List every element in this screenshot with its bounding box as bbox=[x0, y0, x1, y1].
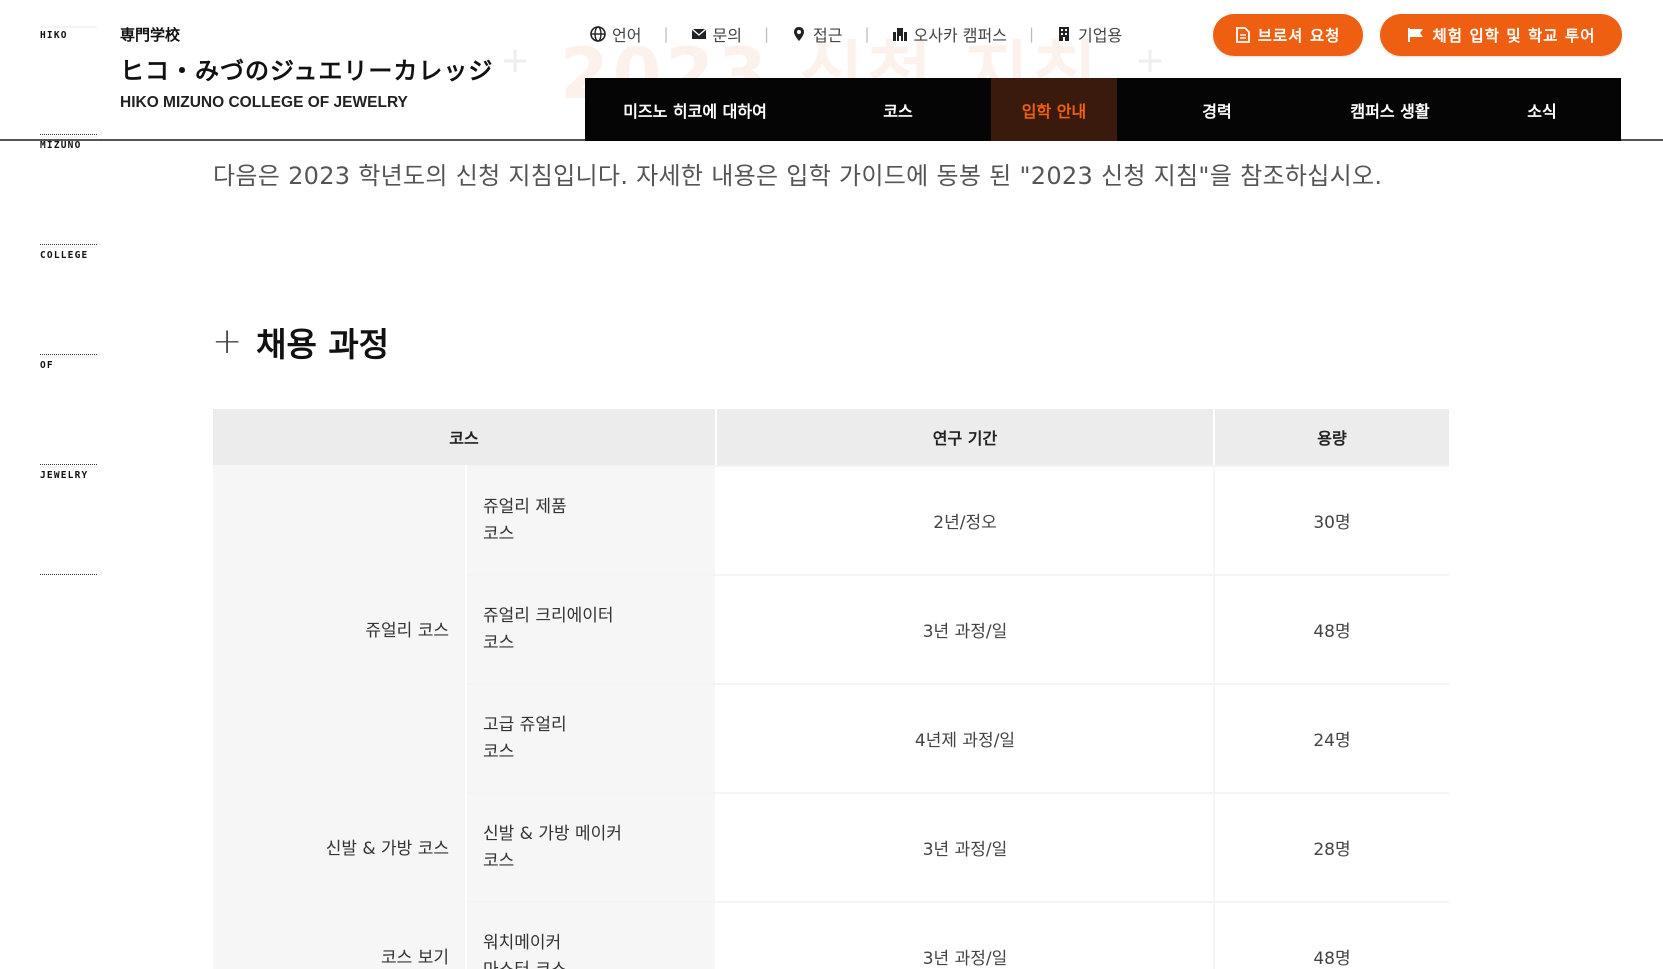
flag-icon bbox=[1407, 28, 1423, 42]
course-name: 코스 bbox=[483, 523, 515, 544]
period-cell: 3년 과정/일 bbox=[717, 576, 1215, 683]
school-type: 専門学校 bbox=[120, 26, 181, 44]
course-cell: 신발 & 가방 메이커코스 bbox=[467, 794, 717, 901]
college-name-jp: ヒコ・みづのジュエリーカレッジ bbox=[120, 57, 494, 85]
brochure-request-button[interactable]: 브로셔 요청 bbox=[1213, 14, 1363, 56]
map-pin-icon bbox=[794, 27, 805, 41]
utility-nav: 언어 | 문의 | 접근 | 오사카 캠퍼스 | 기업용 bbox=[590, 20, 1122, 48]
logo-mark-row: OF bbox=[40, 356, 97, 465]
college-name-en: HIKO MIZUNO COLLEGE OF JEWELRY bbox=[120, 94, 408, 111]
period-cell: 4년제 과정/일 bbox=[717, 685, 1215, 792]
nav-item-careers[interactable]: 경력 bbox=[1117, 78, 1317, 141]
site-header: HIKO MIZUNO COLLEGE OF JEWELRY 専門学校 ヒコ・み… bbox=[0, 0, 1663, 575]
divider: | bbox=[763, 25, 770, 43]
capacity-cell: 28명 bbox=[1313, 840, 1351, 860]
capacity-cell: 30명 bbox=[1313, 513, 1351, 533]
building-icon bbox=[1059, 27, 1070, 41]
intro-text: 다음은 2023 학년도의 신청 지침입니다. 자세한 내용은 입학 가이드에 … bbox=[213, 162, 1383, 190]
nav-item-news[interactable]: 소식 bbox=[1463, 78, 1621, 141]
header-course: 코스 bbox=[213, 409, 717, 465]
course-cell: 쥬얼리 제품코스 bbox=[467, 467, 717, 574]
course-name: 신발 & 가방 메이커 bbox=[483, 823, 622, 844]
button-label: 브로셔 요청 bbox=[1257, 27, 1341, 45]
header-capacity: 용량 bbox=[1317, 429, 1347, 448]
capacity-cell: 48명 bbox=[1313, 622, 1351, 642]
plus-decoration-icon: + bbox=[500, 40, 531, 81]
capacity-cell: 24명 bbox=[1313, 731, 1351, 751]
course-name: 코스 bbox=[483, 741, 515, 762]
group-cell: 신발 & 가방 코스 bbox=[213, 792, 467, 901]
logo-mark-row: COLLEGE bbox=[40, 246, 97, 355]
utility-label: 문의 bbox=[712, 26, 742, 45]
button-label: 체험 입학 및 학교 투어 bbox=[1432, 27, 1596, 45]
globe-icon bbox=[590, 26, 606, 42]
course-name: 마스터 코스 bbox=[483, 957, 715, 969]
section-heading: + 채용 과정 bbox=[212, 318, 389, 366]
utility-osaka-campus[interactable]: 오사카 캠퍼스 bbox=[892, 22, 1007, 46]
divider: | bbox=[663, 25, 669, 43]
utility-label: 기업용 bbox=[1078, 26, 1123, 45]
period-cell: 2년/정오 bbox=[717, 467, 1215, 574]
logo-mark-row: MIZUNO bbox=[40, 136, 97, 245]
course-name: 쥬얼리 크리에이터 bbox=[483, 605, 614, 626]
document-icon bbox=[1235, 27, 1250, 43]
course-cell: 워치메이커마스터 코스 bbox=[467, 903, 717, 969]
course-cell: 고급 쥬얼리코스 bbox=[467, 685, 717, 792]
trial-admission-tour-button[interactable]: 체험 입학 및 학교 투어 bbox=[1380, 14, 1622, 56]
utility-contact[interactable]: 문의 bbox=[691, 22, 742, 46]
plus-icon: + bbox=[212, 321, 243, 362]
section-title: 채용 과정 bbox=[256, 325, 390, 364]
utility-label: 언어 bbox=[612, 26, 642, 45]
utility-corporate[interactable]: 기업용 bbox=[1056, 22, 1122, 46]
course-name: 코스 bbox=[483, 632, 515, 653]
nav-item-campus-life[interactable]: 캠퍼스 생활 bbox=[1317, 78, 1463, 141]
nav-item-courses[interactable]: 코스 bbox=[805, 78, 991, 141]
utility-label: 접근 bbox=[813, 26, 843, 45]
divider: | bbox=[1028, 25, 1035, 43]
utility-language[interactable]: 언어 bbox=[590, 22, 641, 46]
college-logo[interactable]: HIKO MIZUNO COLLEGE OF JEWELRY bbox=[40, 26, 97, 575]
course-cell: 쥬얼리 크리에이터코스 bbox=[467, 576, 717, 683]
logo-mark-row: JEWELRY bbox=[40, 466, 97, 575]
utility-label: 오사카 캠퍼스 bbox=[913, 26, 1007, 45]
header-period: 연구 기간 bbox=[717, 409, 1215, 465]
envelope-icon bbox=[691, 28, 706, 39]
table-body: 쥬얼리 코스 신발 & 가방 코스 코스 보기 쥬얼리 제품코스 2년/정오 3… bbox=[213, 465, 1449, 969]
course-name: 쥬얼리 제품 bbox=[483, 496, 567, 517]
group-cell: 코스 보기 bbox=[213, 901, 467, 969]
divider: | bbox=[864, 25, 870, 43]
logo-mark-row: HIKO bbox=[40, 26, 97, 135]
period-cell: 3년 과정/일 bbox=[717, 794, 1215, 901]
course-name: 워치메이커 bbox=[483, 932, 562, 953]
plus-decoration-icon: + bbox=[1135, 40, 1166, 81]
course-name: 고급 쥬얼리 bbox=[483, 714, 567, 735]
nav-item-about[interactable]: 미즈노 히코에 대하여 bbox=[585, 78, 805, 141]
logo-text[interactable]: 専門学校 ヒコ・みづのジュエリーカレッジ HIKO MIZUNO COLLEGE… bbox=[120, 24, 493, 112]
main-nav: 미즈노 히코에 대하여 코스 입학 안내 경력 캠퍼스 생활 소식 bbox=[585, 78, 1621, 141]
recruitment-table: 코스 연구 기간 용량 쥬얼리 코스 신발 & 가방 코스 코스 보기 쥬얼리 … bbox=[213, 409, 1449, 969]
table-header: 코스 연구 기간 용량 bbox=[213, 409, 1449, 465]
period-cell: 3년 과정/일 bbox=[717, 903, 1215, 969]
nav-item-admissions[interactable]: 입학 안내 bbox=[991, 78, 1117, 141]
group-cell: 쥬얼리 코스 bbox=[213, 465, 467, 792]
course-name: 코스 bbox=[483, 850, 515, 871]
campus-icon bbox=[892, 28, 907, 41]
capacity-cell: 48명 bbox=[1313, 949, 1351, 969]
utility-access[interactable]: 접근 bbox=[791, 22, 842, 46]
